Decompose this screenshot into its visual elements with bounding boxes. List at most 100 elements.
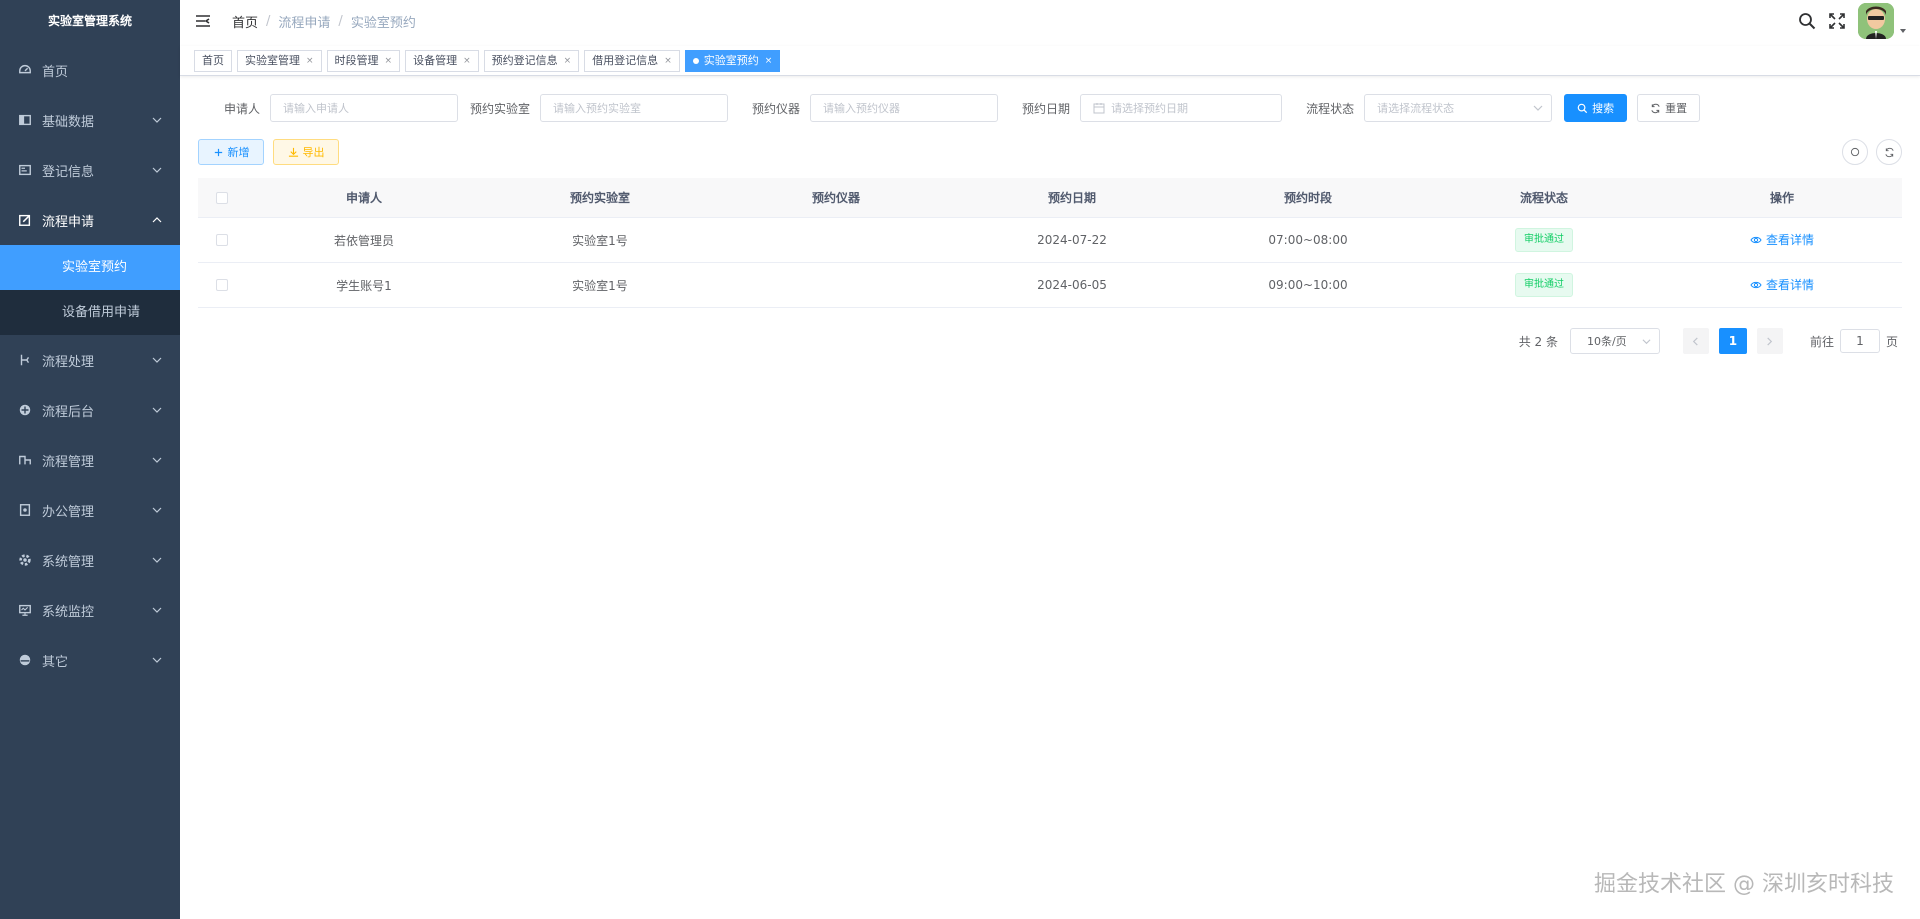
applicant-cell: 若依管理员 — [333, 233, 394, 248]
row-check-cell — [198, 234, 246, 246]
sidebar-item-label: 系统监控 — [42, 604, 95, 620]
prev-page-button[interactable] — [1682, 328, 1709, 354]
other-icon — [18, 653, 32, 667]
column-header[interactable]: 操作 — [1662, 189, 1902, 206]
column-header[interactable]: 申请人 — [246, 189, 482, 206]
table-row[interactable]: 若依管理员 实验室1号 2024-07-22 07:00~08:00 审批通过 … — [198, 218, 1902, 263]
column-header[interactable]: 预约时段 — [1190, 189, 1426, 206]
sidebar-item-register[interactable]: 登记信息 — [0, 145, 180, 195]
close-icon[interactable]: × — [463, 51, 471, 71]
sidebar-item-home[interactable]: 首页 — [0, 45, 180, 95]
instrument-input-wrap — [810, 94, 999, 122]
view-detail-link[interactable]: 查看详情 — [1750, 276, 1814, 293]
breadcrumb-home[interactable]: 首页 — [232, 12, 258, 31]
sidebar-item-flow-manage[interactable]: 流程管理 — [0, 435, 180, 485]
reset-button[interactable]: 重置 — [1637, 94, 1701, 122]
close-icon[interactable]: × — [306, 51, 314, 71]
sidebar-subitem-lab-booking[interactable]: 实验室预约 — [0, 245, 180, 290]
goto-page-input[interactable]: 1 — [1839, 329, 1880, 353]
page-size-value: 10条/页 — [1586, 335, 1627, 348]
data-icon — [18, 113, 32, 127]
column-header[interactable]: 预约日期 — [954, 189, 1190, 206]
date-input[interactable] — [1111, 101, 1282, 115]
form-item-lab: 预约实验室 — [470, 94, 729, 122]
close-icon[interactable]: × — [564, 51, 572, 71]
sidebar-item-flow-apply[interactable]: 流程申请 — [0, 195, 180, 245]
sidebar-item-flow-backend[interactable]: 流程后台 — [0, 385, 180, 435]
hamburger-icon[interactable] — [194, 12, 212, 30]
avatar[interactable] — [1858, 3, 1894, 39]
reset-button-label: 重置 — [1665, 102, 1688, 115]
toggle-search-button[interactable] — [1842, 139, 1868, 165]
caret-down-icon[interactable] — [1898, 26, 1908, 36]
breadcrumb: 首页 / 流程申请 / 实验室预约 — [232, 12, 416, 31]
tag-booking-info[interactable]: 预约登记信息 × — [483, 49, 580, 72]
table-row[interactable]: 学生账号1 实验室1号 2024-06-05 09:00~10:00 审批通过 … — [198, 263, 1902, 308]
chevron-down-icon — [1642, 339, 1651, 345]
sidebar-subitem-device-borrow[interactable]: 设备借用申请 — [0, 290, 180, 335]
sidebar-item-base-data[interactable]: 基础数据 — [0, 95, 180, 145]
select-all-checkbox[interactable] — [216, 191, 228, 204]
instrument-input[interactable] — [823, 101, 998, 115]
sidebar-item-label: 流程处理 — [42, 354, 95, 370]
eye-icon — [1750, 281, 1762, 288]
goto-page: 前往 1 页 — [1810, 329, 1898, 353]
fullscreen-icon[interactable] — [1828, 12, 1846, 30]
register-icon — [18, 163, 32, 177]
lab-label: 预约实验室 — [470, 101, 531, 116]
breadcrumb-separator: / — [338, 13, 343, 29]
lab-input[interactable] — [553, 101, 728, 115]
tag-lab-manage[interactable]: 实验室管理 × — [237, 49, 322, 72]
column-header[interactable]: 预约实验室 — [482, 189, 718, 206]
date-label: 预约日期 — [1022, 101, 1071, 116]
close-icon[interactable]: × — [385, 51, 393, 71]
search-icon[interactable] — [1798, 12, 1816, 30]
sidebar-item-flow-handle[interactable]: 流程处理 — [0, 335, 180, 385]
breadcrumb-separator: / — [266, 13, 271, 29]
active-dot-icon — [692, 57, 699, 64]
sidebar-item-monitor[interactable]: 系统监控 — [0, 585, 180, 635]
row-checkbox[interactable] — [216, 234, 228, 246]
tag-period-manage[interactable]: 时段管理 × — [326, 49, 401, 72]
sidebar-item-system[interactable]: 系统管理 — [0, 535, 180, 585]
close-icon[interactable]: × — [765, 51, 773, 71]
row-checkbox[interactable] — [216, 279, 228, 291]
breadcrumb-flow-apply: 流程申请 — [278, 15, 331, 31]
close-icon[interactable]: × — [664, 51, 672, 71]
applicant-input[interactable] — [283, 101, 458, 115]
status-select[interactable] — [1377, 101, 1552, 115]
view-detail-link[interactable]: 查看详情 — [1750, 231, 1814, 248]
status-cell: 审批通过 — [1426, 228, 1662, 252]
next-page-button[interactable] — [1756, 328, 1783, 354]
sidebar-item-other[interactable]: 其它 — [0, 635, 180, 685]
data-table: 申请人 预约实验室 预约仪器 预约日期 预约时段 流程状态 操作 若依管理员 实… — [198, 178, 1902, 308]
pagination: 共 2 条 10条/页 1 前往 1 页 — [1519, 328, 1898, 354]
tag-lab-booking[interactable]: 实验室预约 × — [684, 49, 781, 72]
sidebar: 实验室管理系统 首页 基础数据 登记信息 流程申请 实验室预约 设备借用申请 流… — [0, 0, 180, 919]
date-input-wrap — [1080, 94, 1283, 122]
tag-home[interactable]: 首页 — [194, 49, 232, 72]
status-cell: 审批通过 — [1426, 273, 1662, 297]
export-button-label: 导出 — [302, 146, 325, 159]
lab-cell: 实验室1号 — [572, 278, 628, 293]
export-button[interactable]: 导出 — [273, 139, 339, 165]
plus-icon — [213, 147, 224, 158]
sidebar-item-office[interactable]: 办公管理 — [0, 485, 180, 535]
column-header[interactable]: 预约仪器 — [718, 189, 954, 206]
chevron-down-icon — [152, 657, 162, 663]
form-item-status: 流程状态 — [1306, 94, 1553, 122]
edit-icon — [18, 213, 32, 227]
page-number-current[interactable]: 1 — [1718, 328, 1747, 354]
add-button[interactable]: 新增 — [198, 139, 264, 165]
search-icon — [1850, 147, 1859, 156]
refresh-button[interactable] — [1876, 139, 1902, 165]
sidebar-item-label: 流程管理 — [42, 454, 95, 470]
refresh-icon — [1650, 103, 1661, 114]
tag-device-manage[interactable]: 设备管理 × — [405, 49, 479, 72]
slot-cell: 07:00~08:00 — [1268, 233, 1348, 247]
page-size-select[interactable]: 10条/页 — [1569, 328, 1660, 354]
search-button[interactable]: 搜索 — [1564, 94, 1628, 122]
app-title: 实验室管理系统 — [47, 14, 132, 28]
column-header[interactable]: 流程状态 — [1426, 189, 1662, 206]
tag-borrow-info[interactable]: 借用登记信息 × — [584, 49, 680, 72]
